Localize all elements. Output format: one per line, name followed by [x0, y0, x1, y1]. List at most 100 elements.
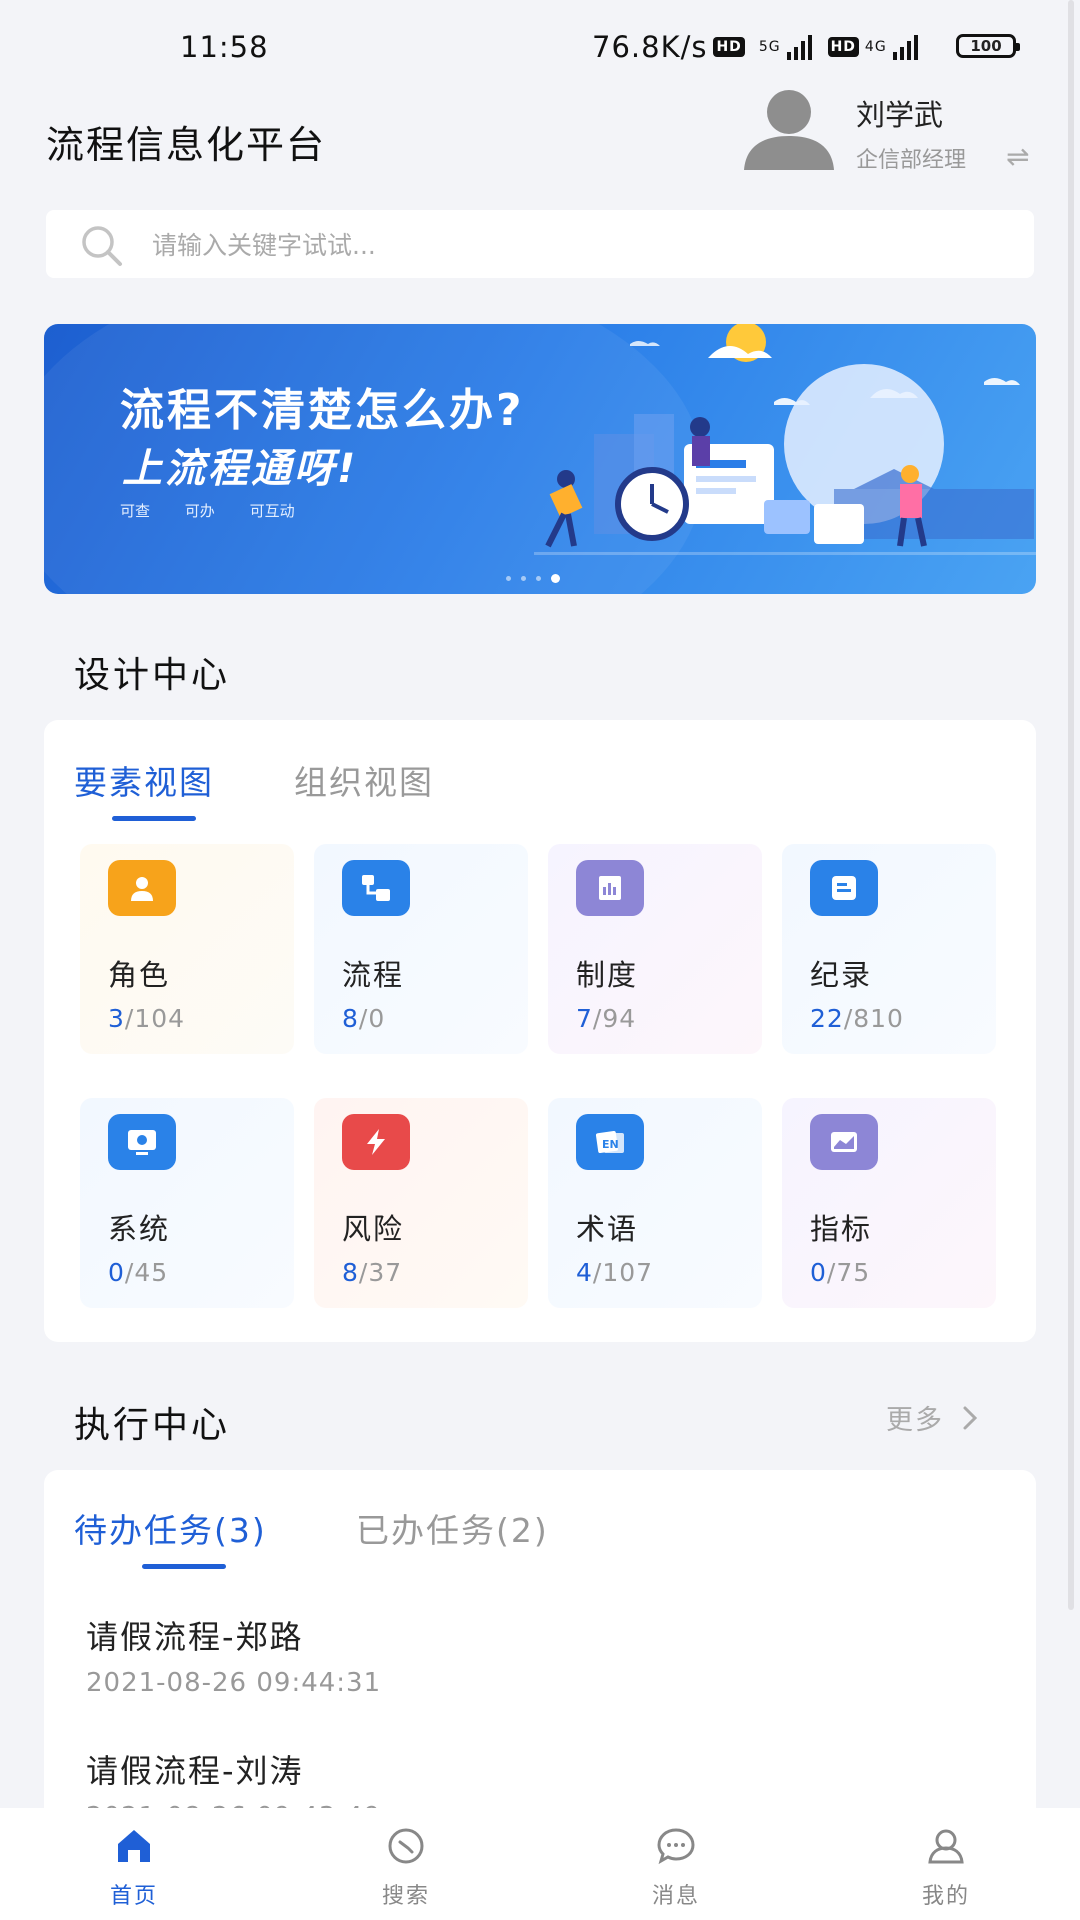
net-speed: 76.8K/s	[592, 30, 708, 64]
count-active: 7	[576, 1004, 593, 1033]
task-title: 请假流程-刘涛	[86, 1752, 304, 1790]
page-title: 流程信息化平台	[46, 123, 327, 167]
tab-pending-tasks[interactable]: 待办任务(3)	[74, 1504, 267, 1552]
chevron-right-icon	[963, 1406, 978, 1429]
grid-item-risk[interactable]: 风险 8/37	[314, 1098, 528, 1308]
carousel-dot[interactable]	[506, 576, 511, 581]
grid-item-label: 流程	[342, 958, 405, 992]
indicator-icon	[810, 1114, 878, 1170]
carousel-dot[interactable]	[536, 576, 541, 581]
user-name: 刘学武	[856, 98, 944, 132]
task-time: 2021-08-26 09:44:31	[86, 1668, 382, 1698]
network-gen-label: 5G	[758, 39, 781, 55]
term-icon: EN	[576, 1114, 644, 1170]
grid-item-label: 系统	[108, 1212, 171, 1246]
search-icon	[82, 226, 122, 266]
grid-item-label: 角色	[108, 958, 171, 992]
grid-item-system[interactable]: 系统 0/45	[80, 1098, 294, 1308]
search-input[interactable]	[150, 210, 954, 280]
profile-icon	[928, 1829, 964, 1864]
battery-icon: 100	[956, 34, 1020, 58]
svg-text:EN: EN	[602, 1138, 619, 1151]
search-icon	[388, 1828, 424, 1864]
count-active: 3	[108, 1004, 125, 1033]
count-total: /94	[592, 1004, 637, 1033]
switch-account-icon[interactable]: ⇌	[1006, 140, 1029, 173]
design-center-card: 要素视图 组织视图 角色 3/104 流程 8/0 制度 7/94 纪录 22/…	[44, 720, 1036, 1342]
risk-icon	[342, 1114, 410, 1170]
signal-icon	[786, 34, 812, 60]
active-tab-indicator	[112, 816, 196, 821]
banner-tags: 可查 可办 可互动	[120, 500, 325, 521]
grid-item-count: 0/75	[810, 1258, 870, 1287]
network-gen-label: 4G	[864, 39, 887, 55]
grid-item-label: 指标	[810, 1212, 873, 1246]
more-link[interactable]: 更多	[886, 1398, 978, 1437]
more-label: 更多	[886, 1405, 944, 1436]
nav-item-messages[interactable]: 消息	[576, 1808, 776, 1920]
count-active: 0	[108, 1258, 125, 1287]
nav-item-profile[interactable]: 我的	[846, 1808, 1046, 1920]
design-center-title: 设计中心	[74, 655, 231, 696]
task-item[interactable]: 请假流程-郑路 2021-08-26 09:44:31	[86, 1612, 986, 1698]
status-indicators: 76.8K/s HD 5G HD 4G	[592, 30, 918, 64]
nav-item-search[interactable]: 搜索	[306, 1808, 506, 1920]
grid-item-count: 0/45	[108, 1258, 168, 1287]
grid-item-label: 术语	[576, 1212, 639, 1246]
grid-item-process[interactable]: 流程 8/0	[314, 844, 528, 1054]
grid-item-label: 风险	[342, 1212, 405, 1246]
count-total: /810	[843, 1004, 904, 1033]
banner-tag: 可办	[184, 502, 215, 520]
process-icon	[342, 860, 410, 916]
grid-item-label: 纪录	[810, 958, 873, 992]
count-total: /37	[358, 1258, 403, 1287]
banner-illustration	[534, 324, 1036, 555]
message-icon	[657, 1828, 695, 1865]
policy-icon	[576, 860, 644, 916]
execution-center-title: 执行中心	[74, 1405, 231, 1446]
grid-item-count: 22/810	[810, 1004, 904, 1033]
nav-label: 我的	[921, 1884, 970, 1909]
avatar[interactable]	[742, 86, 836, 170]
count-total: /107	[592, 1258, 654, 1287]
count-total: /104	[124, 1004, 186, 1033]
carousel-indicator[interactable]	[506, 574, 560, 583]
nav-item-home[interactable]: 首页	[34, 1808, 234, 1920]
tab-org-view[interactable]: 组织视图	[294, 756, 434, 804]
scrollbar[interactable]	[1068, 0, 1074, 1610]
count-active: 0	[810, 1258, 827, 1287]
grid-item-policy[interactable]: 制度 7/94	[548, 844, 762, 1054]
task-title: 请假流程-郑路	[86, 1618, 304, 1656]
avatar-icon	[744, 90, 834, 170]
signal-icon	[892, 34, 918, 60]
promo-banner[interactable]: 流程不清楚怎么办? 上流程通呀! 可查 可办 可互动	[44, 324, 1036, 594]
status-time: 11:58	[180, 30, 269, 64]
system-icon	[108, 1114, 176, 1170]
status-bar: 11:58 76.8K/s HD 5G HD 4G 100	[0, 0, 1080, 95]
search-bar[interactable]	[46, 210, 1034, 280]
count-total: /45	[124, 1258, 169, 1287]
grid-item-role[interactable]: 角色 3/104	[80, 844, 294, 1054]
count-active: 22	[810, 1004, 844, 1033]
count-total: /75	[826, 1258, 871, 1287]
home-icon	[118, 1830, 150, 1862]
grid-item-term[interactable]: EN 术语 4/107	[548, 1098, 762, 1308]
count-active: 8	[342, 1004, 359, 1033]
banner-tag: 可互动	[249, 502, 295, 520]
count-active: 8	[342, 1258, 359, 1287]
grid-item-count: 7/94	[576, 1004, 636, 1033]
tab-element-view[interactable]: 要素视图	[74, 756, 214, 804]
grid-item-count: 4/107	[576, 1258, 653, 1287]
tab-completed-tasks[interactable]: 已办任务(2)	[356, 1504, 549, 1552]
carousel-dot[interactable]	[521, 576, 526, 581]
active-tab-indicator	[142, 1564, 226, 1569]
count-active: 4	[576, 1258, 593, 1287]
hd-badge: HD	[827, 37, 859, 57]
carousel-dot-active[interactable]	[551, 574, 560, 583]
count-total: /0	[358, 1004, 386, 1033]
hd-badge: HD	[713, 37, 745, 57]
banner-subheadline: 上流程通呀!	[122, 446, 359, 492]
grid-item-count: 8/37	[342, 1258, 402, 1287]
grid-item-record[interactable]: 纪录 22/810	[782, 844, 996, 1054]
grid-item-indicator[interactable]: 指标 0/75	[782, 1098, 996, 1308]
